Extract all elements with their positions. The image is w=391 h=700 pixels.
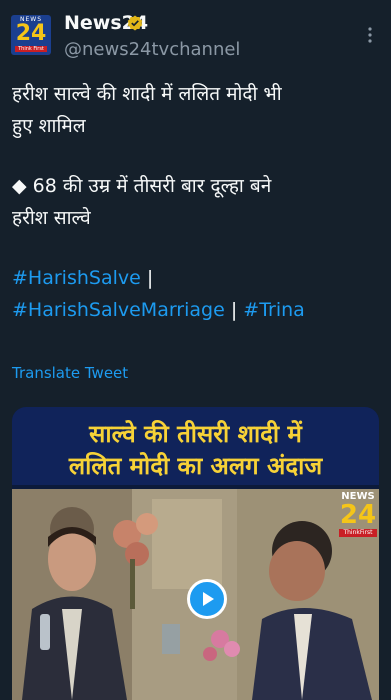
- hashtag-separator: |: [224, 299, 244, 321]
- hashtag-separator: |: [140, 267, 154, 289]
- news24-logo: NEWS 24 ThinkFirst: [337, 491, 379, 537]
- tweet-spacer: [12, 234, 382, 262]
- play-triangle-icon: [203, 592, 214, 606]
- video-thumbnail[interactable]: साल्वे की तीसरी शादी में ललित मोदी का अल…: [12, 407, 379, 700]
- hashtag-line-1: #HarishSalve |: [12, 262, 382, 294]
- hashtag-harishsalvemarriage[interactable]: #HarishSalveMarriage: [12, 299, 225, 321]
- verified-badge-icon: [127, 15, 143, 31]
- hashtag-line-2: #HarishSalveMarriage | #Trina: [12, 294, 382, 326]
- tweet-line-4: हरीश साल्वे: [12, 207, 91, 229]
- tweet-header: NEWS 24 Think First News24 @news24tvchan…: [0, 0, 391, 68]
- hashtag-harishsalve[interactable]: #HarishSalve: [12, 267, 141, 289]
- tweet-spacer: [12, 142, 382, 170]
- logo-tagline: ThinkFirst: [339, 529, 377, 537]
- tweet-line-3: ◆ 68 की उम्र में तीसरी बार दूल्हा बने: [12, 175, 272, 197]
- tweet-line-1: हरीश साल्वे की शादी में ललित मोदी भी: [12, 83, 282, 105]
- translate-tweet-link[interactable]: Translate Tweet: [12, 362, 128, 384]
- avatar-tagline: Think First: [15, 46, 47, 52]
- tweet-body: हरीश साल्वे की शादी में ललित मोदी भी हुए…: [12, 78, 382, 326]
- video-title-line-1: साल्वे की तीसरी शादी में: [89, 420, 302, 448]
- more-options-icon[interactable]: [361, 26, 379, 44]
- tweet-line-2: हुए शामिल: [12, 115, 86, 137]
- video-title-line-2: ललित मोदी का अलग अंदाज: [68, 452, 323, 480]
- hashtag-trina[interactable]: #Trina: [243, 299, 305, 321]
- logo-number: 24: [339, 500, 377, 530]
- account-handle[interactable]: @news24tvchannel: [64, 38, 240, 62]
- video-title-banner: साल्वे की तीसरी शादी में ललित मोदी का अल…: [12, 407, 379, 485]
- avatar-number: 24: [15, 21, 47, 46]
- account-avatar[interactable]: NEWS 24 Think First: [11, 15, 51, 55]
- play-button-icon[interactable]: [187, 579, 227, 619]
